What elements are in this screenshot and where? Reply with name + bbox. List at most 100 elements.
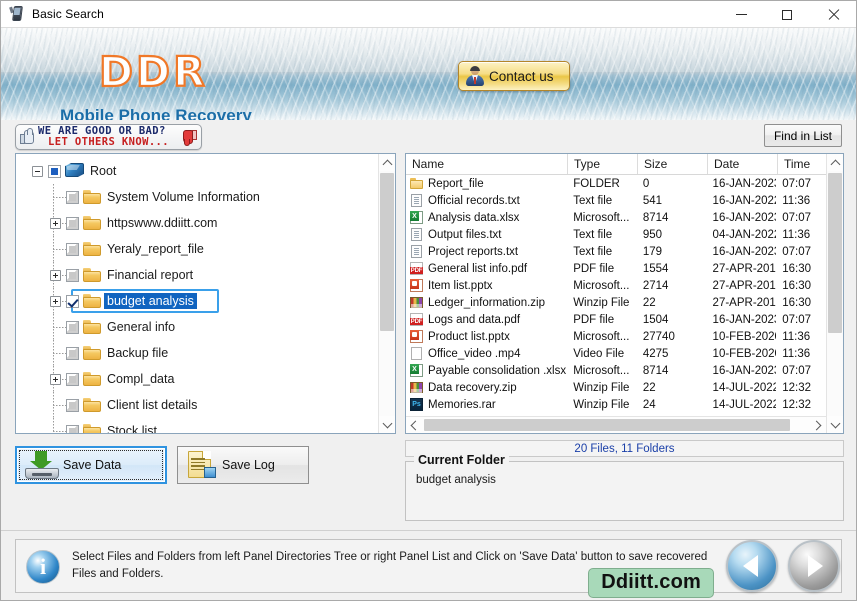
tree-item-checkbox[interactable] bbox=[66, 320, 79, 334]
next-button[interactable] bbox=[788, 540, 840, 592]
file-row[interactable]: Item list.pptx Microsoft... 2714 27-APR-201… bbox=[406, 277, 826, 294]
tree-item[interactable]: httpswww.ddiitt.com bbox=[16, 210, 378, 236]
file-type-cell: Microsoft... bbox=[573, 364, 630, 377]
save-data-button[interactable]: Save Data bbox=[15, 446, 167, 484]
folder-icon bbox=[83, 190, 101, 204]
tree-item-checkbox[interactable] bbox=[66, 346, 79, 360]
tree-vertical-scrollbar[interactable] bbox=[378, 154, 395, 433]
tree-item[interactable]: System Volume Information bbox=[16, 184, 378, 210]
tree-item[interactable]: budget analysis bbox=[16, 288, 378, 314]
file-size-cell: 22 bbox=[642, 296, 656, 309]
rate-us-banner[interactable]: WE ARE GOOD OR BAD? LET OTHERS KNOW... bbox=[15, 124, 202, 150]
column-header-time[interactable]: Time bbox=[778, 154, 828, 174]
file-size-cell: 24 bbox=[642, 398, 656, 411]
list-scroll-left-button[interactable] bbox=[406, 417, 423, 433]
list-vertical-scrollbar[interactable] bbox=[826, 154, 843, 433]
file-row[interactable]: X Payable consolidation .xlsx Microsoft...… bbox=[406, 362, 826, 379]
column-header-type[interactable]: Type bbox=[568, 154, 638, 174]
minimize-button[interactable] bbox=[718, 1, 764, 28]
tree-item[interactable]: General info bbox=[16, 314, 378, 340]
tree-item-checkbox[interactable] bbox=[66, 424, 79, 433]
folder-icon bbox=[83, 398, 101, 412]
expand-icon[interactable] bbox=[50, 295, 61, 307]
expand-icon[interactable] bbox=[50, 373, 61, 385]
arrow-left-icon bbox=[743, 555, 758, 577]
tree-item[interactable]: Yeraly_report_file bbox=[16, 236, 378, 262]
file-row[interactable]: Ledger_information.zip Winzip File 22 27-AP… bbox=[406, 294, 826, 311]
save-log-button[interactable]: Save Log bbox=[177, 446, 309, 484]
tree-item[interactable]: Stock list bbox=[16, 418, 378, 433]
file-date-cell: 16-JAN-2023 bbox=[712, 177, 777, 190]
file-row[interactable]: Data recovery.zip Winzip File 22 14-JUL-202… bbox=[406, 379, 826, 396]
list-scroll-right-button[interactable] bbox=[809, 417, 826, 433]
pdf-file-icon: PDF bbox=[410, 312, 424, 327]
close-button[interactable] bbox=[810, 1, 856, 28]
file-time-cell: 07:07 bbox=[782, 211, 811, 224]
tree-item-checkbox[interactable] bbox=[66, 398, 79, 412]
column-header-date[interactable]: Date bbox=[708, 154, 778, 174]
tree-item-checkbox[interactable] bbox=[66, 216, 79, 230]
list-hscroll-thumb[interactable] bbox=[424, 419, 790, 431]
list-horizontal-scrollbar[interactable] bbox=[406, 416, 826, 433]
list-scroll-track[interactable] bbox=[827, 171, 843, 416]
tree-scroll-up-button[interactable] bbox=[379, 154, 395, 171]
xls-file-icon: X bbox=[410, 210, 424, 225]
file-date-cell: 16-JAN-2023 bbox=[712, 245, 777, 258]
file-list-body[interactable]: Report_file FOLDER 0 16-JAN-2023 07:07 Offici… bbox=[406, 175, 826, 415]
expand-icon[interactable] bbox=[50, 269, 61, 281]
file-row[interactable]: Report_file FOLDER 0 16-JAN-2023 07:07 bbox=[406, 175, 826, 192]
file-row[interactable]: Product list.pptx Microsoft... 27740 10-FEB… bbox=[406, 328, 826, 345]
close-icon bbox=[827, 9, 839, 21]
tree-item[interactable]: Client list details bbox=[16, 392, 378, 418]
file-row[interactable]: X Analysis data.xlsx Microsoft... 8714 16-JA… bbox=[406, 209, 826, 226]
tree-item[interactable]: Financial report bbox=[16, 262, 378, 288]
column-header-size[interactable]: Size bbox=[638, 154, 708, 174]
list-scroll-down-button[interactable] bbox=[827, 416, 843, 433]
file-type-cell: Microsoft... bbox=[573, 279, 630, 292]
tree-item[interactable]: Root bbox=[16, 158, 378, 184]
file-size-cell: 8714 bbox=[642, 211, 669, 224]
tree-item-label: Root bbox=[90, 164, 117, 178]
tree-item[interactable]: Compl_data bbox=[16, 366, 378, 392]
previous-button[interactable] bbox=[726, 540, 778, 592]
file-row[interactable]: Ps Memories.rar Winzip File 24 14-JUL-2022 12… bbox=[406, 396, 826, 413]
file-row[interactable]: Project reports.txt Text file 179 16-JAN-20… bbox=[406, 243, 826, 260]
expand-icon[interactable] bbox=[50, 217, 61, 229]
tree-scroll-down-button[interactable] bbox=[379, 416, 395, 433]
file-name-cell: Official records.txt bbox=[406, 193, 567, 208]
column-header-name[interactable]: Name bbox=[406, 154, 568, 174]
directory-tree[interactable]: Root System Volume Information httpswww.dd… bbox=[16, 154, 378, 433]
file-name-text: Logs and data.pdf bbox=[428, 313, 521, 326]
list-scroll-thumb[interactable] bbox=[828, 173, 842, 333]
chevron-right-icon bbox=[811, 420, 822, 431]
file-size-cell: 1504 bbox=[642, 313, 669, 326]
tree-item[interactable]: Backup file bbox=[16, 340, 378, 366]
tree-item-checkbox[interactable] bbox=[66, 372, 79, 386]
tree-scroll-track[interactable] bbox=[379, 171, 395, 416]
contact-us-button[interactable]: Contact us bbox=[458, 61, 570, 91]
document-log-icon bbox=[186, 451, 216, 479]
tree-item-checkbox[interactable] bbox=[66, 294, 79, 308]
tree-item-checkbox[interactable] bbox=[66, 242, 79, 256]
maximize-button[interactable] bbox=[764, 1, 810, 28]
pdf-file-icon: PDF bbox=[410, 261, 424, 276]
file-type-cell: Video File bbox=[573, 347, 625, 360]
find-in-list-button[interactable]: Find in List bbox=[763, 124, 842, 147]
tree-scroll-thumb[interactable] bbox=[380, 173, 394, 331]
tree-item-checkbox[interactable] bbox=[66, 268, 79, 282]
tree-item-checkbox[interactable] bbox=[48, 164, 61, 178]
chevron-left-icon bbox=[410, 420, 421, 431]
file-row[interactable]: PDF Logs and data.pdf PDF file 1504 16-JAN-2… bbox=[406, 311, 826, 328]
file-row[interactable]: Office_video .mp4 Video File 4275 10-FEB-20… bbox=[406, 345, 826, 362]
current-folder-legend: Current Folder bbox=[414, 453, 509, 467]
tree-item-checkbox[interactable] bbox=[66, 190, 79, 204]
file-row[interactable]: PDF General list info.pdf PDF file 1554 27-A… bbox=[406, 260, 826, 277]
collapse-icon[interactable] bbox=[32, 165, 43, 177]
file-row[interactable]: Output files.txt Text file 950 04-JAN-2022 1… bbox=[406, 226, 826, 243]
chevron-up-icon bbox=[830, 159, 840, 169]
file-time-cell: 12:32 bbox=[782, 381, 811, 394]
file-time-cell: 07:07 bbox=[782, 364, 811, 377]
file-row[interactable]: Official records.txt Text file 541 16-JAN-2… bbox=[406, 192, 826, 209]
list-scroll-up-button[interactable] bbox=[827, 154, 843, 171]
